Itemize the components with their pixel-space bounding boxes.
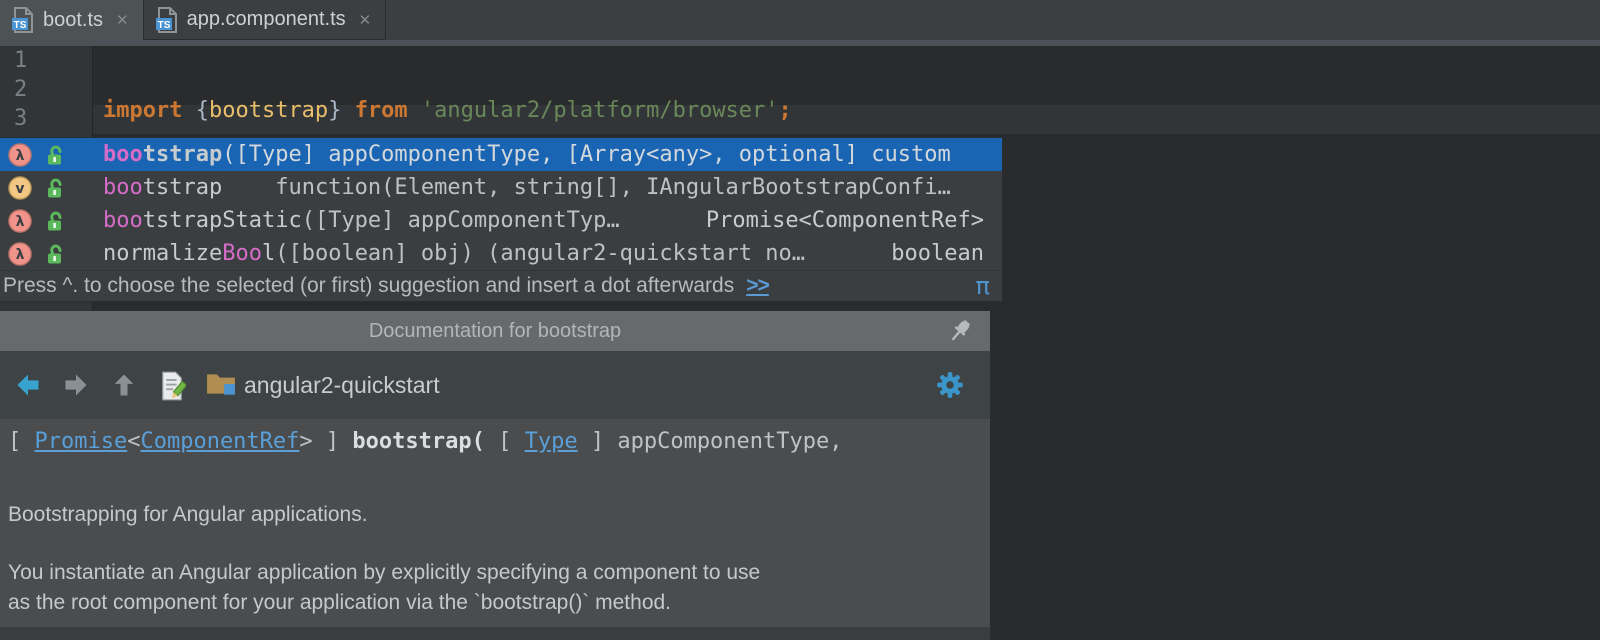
text-segment: [ xyxy=(498,429,525,454)
text-segment: boo xyxy=(103,175,143,200)
text-segment: ([boolean] obj) (angular2-quickstart no… xyxy=(275,241,806,266)
text-segment: Boo xyxy=(222,241,262,266)
text-segment: l xyxy=(261,241,276,266)
doc-popup-title: Documentation for bootstrap xyxy=(368,320,622,342)
tab-app-component-ts[interactable]: TS app.component.ts ✕ xyxy=(142,0,387,40)
typescript-file-icon: TS xyxy=(155,6,178,33)
unlocked-icon xyxy=(44,243,66,265)
text-segment: boo xyxy=(103,142,143,167)
line-number: 1 xyxy=(14,48,28,73)
lambda-icon: λ xyxy=(8,208,32,233)
svg-text:TS: TS xyxy=(157,20,170,31)
completion-hint-text: Press ^. to choose the selected (or firs… xyxy=(3,274,735,297)
close-tab-icon[interactable]: ✕ xyxy=(359,11,372,29)
text-segment: bootstrap xyxy=(208,98,329,123)
doc-toolbar: angular2-quickstart xyxy=(0,351,990,419)
text-segment: ([Type] appComponentType, [Array<any>, o… xyxy=(222,142,951,167)
editor-tab-bar: TS boot.ts ✕ TS app.component.ts ✕ xyxy=(0,0,1600,40)
completion-item-text: bootstrap([Type] appComponentType, [Arra… xyxy=(103,142,1002,167)
text-segment: ([Type] appComponentTyp… xyxy=(301,208,620,233)
expand-hint-link[interactable]: >> xyxy=(746,274,770,298)
pi-symbol: π xyxy=(975,272,990,300)
edit-source-button[interactable] xyxy=(158,371,188,401)
tab-boot-ts[interactable]: TS boot.ts ✕ xyxy=(0,0,143,40)
doc-paragraph: You instantiate an Angular application b… xyxy=(8,561,761,614)
completion-list: λ bootstrap([Type] appComponentType, [Arr… xyxy=(0,138,1002,270)
variable-icon: v xyxy=(8,175,32,200)
line-number: 2 xyxy=(14,77,28,102)
doc-content: [ Promise<ComponentRef> ] bootstrap( [ T… xyxy=(0,419,990,640)
project-folder-icon xyxy=(206,371,235,399)
close-tab-icon[interactable]: ✕ xyxy=(116,11,129,29)
text-segment: function(Element, string[], IAngularBoot… xyxy=(222,175,951,200)
text-segment: ComponentRef xyxy=(140,429,300,454)
text-segment: tstrapStatic xyxy=(142,208,302,233)
text-segment: Promise xyxy=(34,429,128,454)
completion-item-text: bootstrap function(Element, string[], IA… xyxy=(103,175,1002,200)
svg-text:v: v xyxy=(15,181,24,197)
ide-window: TS boot.ts ✕ TS app.component.ts ✕ 1 2 3… xyxy=(0,0,1600,640)
lambda-icon: λ xyxy=(8,241,32,266)
text-segment: > ] xyxy=(299,429,353,454)
text-segment: } xyxy=(328,98,355,123)
text-segment: import xyxy=(103,98,196,123)
doc-scrollbar-track[interactable] xyxy=(0,627,990,640)
text-segment: < xyxy=(127,429,141,454)
lambda-icon: λ xyxy=(8,142,32,167)
forward-button[interactable] xyxy=(62,371,90,399)
completion-item[interactable]: λ bootstrapStatic([Type] appComponentTyp…… xyxy=(0,204,1002,237)
up-button[interactable] xyxy=(110,371,138,399)
tab-label: app.component.ts xyxy=(186,8,346,30)
completion-item[interactable]: λ bootstrap([Type] appComponentType, [Arr… xyxy=(0,138,1002,171)
text-segment: from xyxy=(354,98,421,123)
text-segment: [ xyxy=(8,429,35,454)
completion-item-text: bootstrapStatic([Type] appComponentTyp… xyxy=(103,208,706,233)
text-segment: bootstrap( xyxy=(352,429,499,454)
completion-item[interactable]: λ normalizeBool([boolean] obj) (angular2-… xyxy=(0,237,1002,270)
completion-item-type: boolean xyxy=(891,241,984,266)
text-segment: Type xyxy=(524,429,578,454)
line-number: 3 xyxy=(14,106,28,131)
typescript-file-icon: TS xyxy=(12,7,34,33)
completion-hint-bar: Press ^. to choose the selected (or firs… xyxy=(0,270,1002,301)
text-segment: tstrap xyxy=(142,175,223,200)
project-name-label: angular2-quickstart xyxy=(244,371,440,398)
text-segment: 'angular2/platform/browser' xyxy=(420,98,779,123)
completion-item-text: normalizeBool([boolean] obj) (angular2-q… xyxy=(103,241,891,266)
doc-popup-header[interactable]: Documentation for bootstrap xyxy=(0,311,990,351)
svg-text:TS: TS xyxy=(14,20,27,31)
svg-text:λ: λ xyxy=(16,214,25,230)
completion-item[interactable]: v bootstrap function(Element, string[], I… xyxy=(0,171,1002,204)
doc-paragraph: Bootstrapping for Angular applications. xyxy=(8,503,368,526)
text-segment: boo xyxy=(103,208,143,233)
completion-item-type: Promise<ComponentRef> xyxy=(705,208,984,233)
completion-popup: λ bootstrap([Type] appComponentType, [Arr… xyxy=(0,137,1003,302)
doc-signature: [ Promise<ComponentRef> ] bootstrap( [ T… xyxy=(8,429,990,454)
text-segment: tstrap xyxy=(142,142,223,167)
code-line-import: import {bootstrap} from 'angular2/platfo… xyxy=(103,96,792,125)
svg-text:λ: λ xyxy=(16,148,25,164)
unlocked-icon xyxy=(44,144,66,166)
documentation-popup: Documentation for bootstrap angular2-qui… xyxy=(0,311,990,640)
svg-text:λ: λ xyxy=(16,247,25,263)
unlocked-icon xyxy=(44,210,66,232)
unlocked-icon xyxy=(44,177,66,199)
back-button[interactable] xyxy=(14,371,42,399)
gear-icon[interactable] xyxy=(936,371,964,399)
pin-icon[interactable] xyxy=(946,317,974,345)
text-segment: appComponentType, xyxy=(617,429,843,454)
tab-label: boot.ts xyxy=(43,8,104,31)
text-segment: ; xyxy=(778,98,792,123)
text-segment: normalize xyxy=(103,241,223,266)
text-segment: { xyxy=(195,98,209,123)
text-segment: ] xyxy=(577,429,618,454)
